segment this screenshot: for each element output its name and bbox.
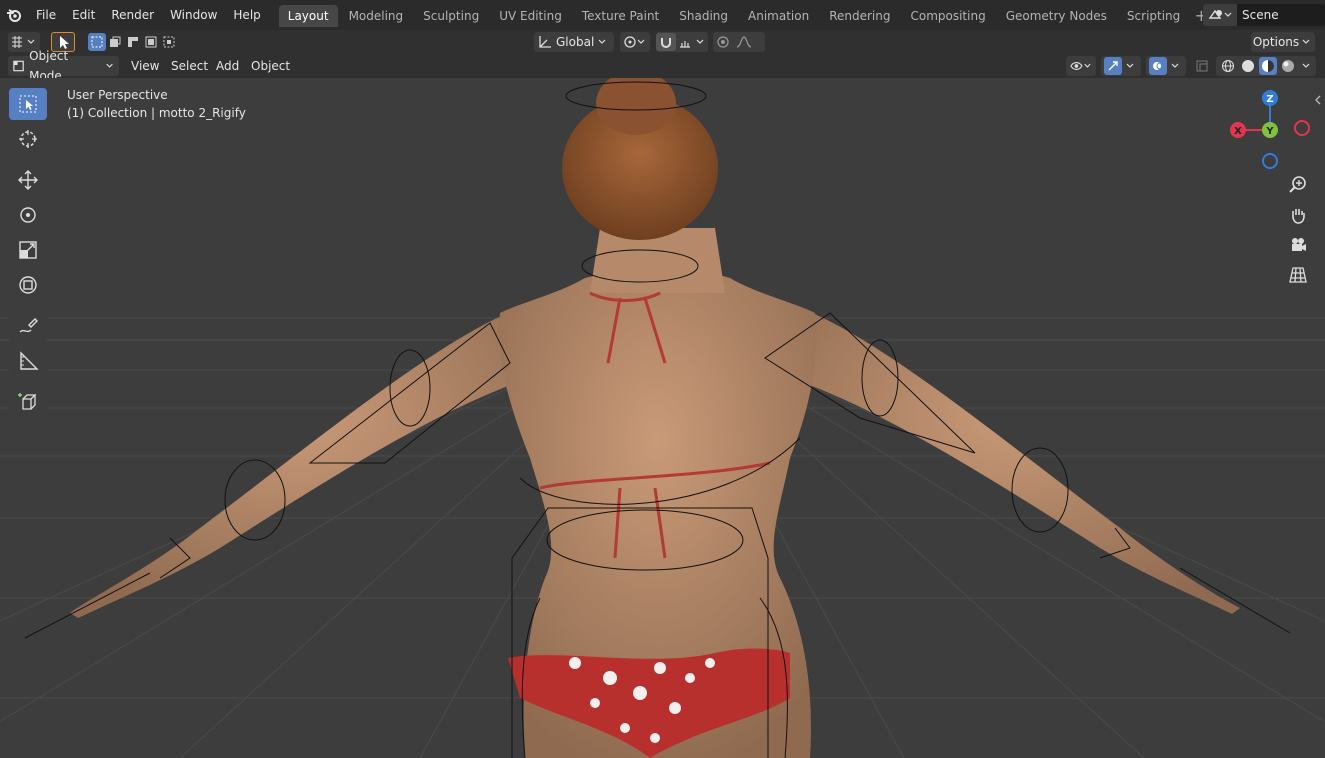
transform-icon <box>19 276 37 294</box>
left-arm <box>70 308 530 618</box>
snap-magnet-icon[interactable] <box>656 33 676 51</box>
menu-window[interactable]: Window <box>162 4 225 26</box>
rotate-tool[interactable] <box>9 199 47 231</box>
select-box-icon <box>19 95 37 113</box>
character-model[interactable] <box>0 78 1325 758</box>
select-intersect-icon[interactable] <box>160 33 178 51</box>
tab-texture-paint[interactable]: Texture Paint <box>572 5 669 27</box>
menu-render[interactable]: Render <box>103 4 162 26</box>
scale-tool[interactable] <box>9 234 47 266</box>
tab-animation[interactable]: Animation <box>739 5 819 27</box>
options-label: Options <box>1252 35 1300 49</box>
measure-tool[interactable] <box>9 345 47 377</box>
navigation-gizmo[interactable]: Z X Y <box>1226 86 1316 176</box>
move-tool[interactable] <box>9 164 47 196</box>
eye-icon <box>1070 61 1091 71</box>
blender-logo-icon[interactable] <box>0 0 28 30</box>
transform-tool[interactable] <box>9 269 47 301</box>
workspace-tabs: Layout Modeling Sculpting UV Editing Tex… <box>278 3 1212 27</box>
menu-edit[interactable]: Edit <box>64 4 103 26</box>
neg-x-axis-handle <box>1294 120 1310 136</box>
viewport-header: Object Mode View Select Add Object <box>0 49 1325 83</box>
overlays-icon[interactable] <box>1149 57 1167 75</box>
z-axis-label: Z <box>1266 94 1273 105</box>
top-menu-bar: File Edit Render Window Help Layout Mode… <box>0 0 1325 30</box>
rotate-icon <box>20 207 36 223</box>
camera-view-icon[interactable] <box>1285 232 1311 258</box>
menu-select[interactable]: Select <box>164 56 216 76</box>
select-subtract-icon[interactable] <box>124 33 142 51</box>
menu-view[interactable]: View <box>124 56 167 76</box>
menu-file[interactable]: File <box>28 4 64 26</box>
scene-browse-icon[interactable] <box>1203 4 1237 26</box>
overlays-toggle-group[interactable] <box>1146 56 1186 76</box>
chevron-down-icon[interactable] <box>694 33 706 51</box>
scale-icon <box>19 241 37 259</box>
tab-sculpting[interactable]: Sculpting <box>414 5 489 27</box>
scene-name-field[interactable]: Scene <box>1237 4 1325 26</box>
options-dropdown[interactable]: Options <box>1251 32 1315 52</box>
visibility-dropdown[interactable] <box>1066 56 1096 76</box>
add-cube-tool[interactable] <box>9 386 47 418</box>
add-cube-icon <box>18 393 37 410</box>
gizmo-icon[interactable] <box>1104 57 1122 75</box>
rendered-shading-icon[interactable] <box>1279 57 1297 75</box>
menu-object[interactable]: Object <box>244 56 298 76</box>
tab-compositing[interactable]: Compositing <box>901 5 995 27</box>
selection-mode-group <box>88 32 184 52</box>
scene-selector: Scene <box>1203 4 1325 26</box>
tab-modeling[interactable]: Modeling <box>339 5 413 27</box>
wireframe-shading-icon[interactable] <box>1219 57 1237 75</box>
pan-hand-icon[interactable] <box>1285 202 1311 228</box>
orientation-label: Global <box>556 35 595 49</box>
x-axis-label: X <box>1234 126 1242 137</box>
tab-shading[interactable]: Shading <box>670 5 737 27</box>
measure-ruler-icon <box>20 351 39 370</box>
tab-rendering[interactable]: Rendering <box>820 5 900 27</box>
transform-orientation-dropdown[interactable]: Global <box>534 32 614 52</box>
select-box-tool[interactable] <box>9 88 47 120</box>
shading-mode-group <box>1216 56 1316 76</box>
select-extend-icon[interactable] <box>106 33 124 51</box>
snapping-group <box>656 32 708 52</box>
select-invert-icon[interactable] <box>142 33 160 51</box>
active-collection-label: (1) Collection | motto 2_Rigify <box>67 106 246 120</box>
tool-header: Global Options <box>0 30 1325 54</box>
object-mode-icon <box>13 60 24 72</box>
tab-scripting[interactable]: Scripting <box>1117 5 1190 27</box>
pivot-point-icon[interactable] <box>620 32 650 52</box>
y-axis-label: Y <box>1265 126 1274 137</box>
mode-dropdown[interactable]: Object Mode <box>8 49 119 83</box>
cursor-tool[interactable] <box>9 123 47 155</box>
move-icon <box>18 170 38 190</box>
right-arm <box>790 308 1240 614</box>
zoom-icon[interactable] <box>1285 172 1311 198</box>
sidebar-toggle-icon[interactable] <box>1311 90 1323 110</box>
neg-z-axis-handle <box>1262 153 1278 169</box>
annotate-pencil-icon <box>19 318 38 333</box>
snap-increment-icon[interactable] <box>676 33 694 51</box>
tab-layout[interactable]: Layout <box>278 5 338 27</box>
view-perspective-label: User Perspective <box>67 88 168 102</box>
material-preview-shading-icon[interactable] <box>1259 57 1277 75</box>
tab-geometry-nodes[interactable]: Geometry Nodes <box>996 5 1116 27</box>
menu-help[interactable]: Help <box>225 4 268 26</box>
annotate-tool[interactable] <box>9 310 47 342</box>
solid-shading-icon[interactable] <box>1239 57 1257 75</box>
shading-options-chevron-icon <box>1302 63 1310 68</box>
proportional-editing-group <box>713 32 765 52</box>
orthographic-grid-icon[interactable] <box>1285 262 1311 288</box>
proportional-edit-icon[interactable] <box>713 33 733 51</box>
xray-toggle-icon[interactable] <box>1192 56 1212 76</box>
falloff-curve-icon[interactable] <box>733 33 755 51</box>
cursor-icon <box>19 130 37 148</box>
gizmo-toggle-group[interactable] <box>1101 56 1141 76</box>
tab-uv-editing[interactable]: UV Editing <box>490 5 571 27</box>
3d-viewport[interactable]: User Perspective (1) Collection | motto … <box>0 78 1325 758</box>
tool-shelf <box>9 88 49 421</box>
menu-add[interactable]: Add <box>209 56 247 76</box>
